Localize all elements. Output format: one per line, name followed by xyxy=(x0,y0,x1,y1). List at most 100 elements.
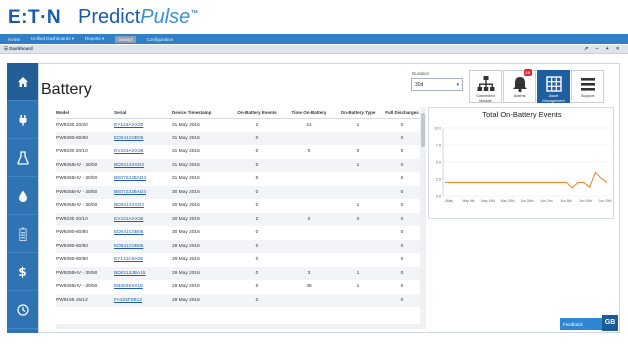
sidebar-item-environment[interactable] xyxy=(7,139,38,177)
nav-item-configuration[interactable]: Configuration xyxy=(147,37,174,42)
table-cell-time xyxy=(286,158,332,172)
table-cell-timestamp: 30 May 2016 xyxy=(172,185,228,199)
y-tick-label: 2.5 xyxy=(436,178,441,182)
table-cell-serial[interactable]: BE0723JBAD4 xyxy=(114,172,172,186)
table-cell-serial[interactable]: EY124AXX30 xyxy=(114,118,172,132)
table-cell-time: 45 xyxy=(306,284,312,290)
feedback-button[interactable]: Feedback xyxy=(560,318,604,330)
window-controls[interactable]: ↗ – + × xyxy=(584,46,622,52)
x-tick-label: Jun 8th xyxy=(560,199,571,203)
table-cell-type xyxy=(332,172,384,186)
table-cell-model: PW9390-80/80 xyxy=(56,131,114,145)
table-row[interactable]: PW9390-80/80 ED041C0B05 31 May 2016 0 0 xyxy=(56,131,420,145)
table-row[interactable]: PW9355HV - 30/50 BD0214XXD3 31 May 2016 0 1 0 xyxy=(56,158,420,172)
table-cell-type xyxy=(332,131,384,145)
table-row[interactable]: PW9330 20/10 EV431AXX36 31 May 2016 0 0 0 0 xyxy=(56,145,420,159)
table-cell-serial[interactable]: FA425F0B12 xyxy=(114,293,172,307)
duration-select[interactable]: 30d ▾ xyxy=(411,78,463,91)
eaton-logo: E:T·N xyxy=(8,7,62,28)
table-cell-discharges: 0 xyxy=(384,185,420,199)
table-cell-serial[interactable]: EY121C6A06 xyxy=(114,253,172,267)
table-row[interactable]: PW9355HV - 30/50 BE0723JBAD4 30 May 2016 0 0 xyxy=(56,185,420,199)
table-cell-events: 0 xyxy=(228,131,286,145)
sidebar-item-battery[interactable] xyxy=(7,215,38,253)
connected-module-button[interactable]: Connected Module xyxy=(469,70,502,103)
battery-icon xyxy=(18,227,27,241)
table-row[interactable]: PW9390-80/80 EY121C6A06 29 May 2016 0 0 xyxy=(56,253,420,267)
table-cell-serial[interactable]: BD0213JBA15 xyxy=(114,266,172,280)
table-horizontal-scrollbar[interactable] xyxy=(56,324,420,329)
sidebar-item-humidity[interactable] xyxy=(7,177,38,215)
table-row[interactable]: PW9355HV - 30/50 EB3049XX18 29 May 2016 0 45… xyxy=(56,280,420,294)
table-cell-events: 0 xyxy=(228,185,286,199)
table-cell-serial[interactable]: EV431AXX36 xyxy=(114,212,172,226)
table-cell-type xyxy=(332,226,384,240)
sidebar-item-home[interactable] xyxy=(7,63,38,101)
nav-item-user[interactable]: ceasy3 xyxy=(115,35,136,43)
table-row[interactable]: PW9355HV - 30/50 BE0723JBAD4 31 May 2016 0 0 xyxy=(56,172,420,186)
table-cell-time xyxy=(286,253,332,267)
table-row[interactable]: PW9355HV - 30/50 BD0214XXD3 30 May 2016 0 1 0 xyxy=(56,199,420,213)
connected-module-label: Connected Module xyxy=(476,94,495,103)
sidebar-item-cost[interactable]: $ xyxy=(7,253,38,291)
table-cell-serial[interactable]: ED041C0B05 xyxy=(114,226,172,240)
breadcrumb[interactable]: ☰ Dashboard xyxy=(4,46,33,52)
nav-item-reports[interactable]: Reports ▾ xyxy=(85,36,104,42)
table-cell-model: PW9355HV - 30/50 xyxy=(56,203,98,209)
table-cell-serial[interactable]: BD0214XXD3 xyxy=(114,199,172,213)
table-cell-events: 2 xyxy=(255,122,259,128)
table-cell-time: 21 xyxy=(306,122,312,128)
column-header-full-discharges[interactable]: Full Discharges xyxy=(384,107,420,119)
home-icon xyxy=(17,76,28,87)
table-cell-timestamp: 29 May 2016 xyxy=(172,284,200,290)
table-cell-time: 0 xyxy=(286,212,332,226)
table-cell-time xyxy=(286,199,332,213)
nav-item-home[interactable]: Home xyxy=(8,37,20,42)
table-cell-serial[interactable]: BD0214XXD3 xyxy=(114,158,172,172)
column-header-on-battery-type[interactable]: On-Battery Type xyxy=(332,107,384,119)
table-cell-model: PW9355HV - 30/50 xyxy=(56,185,114,199)
table-cell-serial[interactable]: ED041C0B05 xyxy=(114,239,172,253)
asset-management-button[interactable]: Asset Management xyxy=(537,70,570,103)
table-cell-type: 1 xyxy=(332,158,384,172)
table-cell-type: 1 xyxy=(356,203,360,209)
column-header-device-timestamp[interactable]: Device Timestamp xyxy=(172,107,228,119)
table-row[interactable]: PW9355HV - 30/50 BD0213JBA15 29 May 2016 0 3… xyxy=(56,266,420,280)
table-row[interactable]: PW9390-80/80 ED041C0B05 29 May 2016 0 0 xyxy=(56,239,420,253)
alarms-button[interactable]: 10 Alarms xyxy=(503,69,536,103)
column-header-on-battery-events[interactable]: On-Battery Events xyxy=(228,107,286,119)
series-line[interactable] xyxy=(445,171,608,189)
sidebar-item-history[interactable] xyxy=(7,291,38,329)
table-cell-type xyxy=(332,293,384,307)
sidebar-item-power[interactable] xyxy=(7,101,38,139)
table-cell-model: PW9355HV - 30/50 xyxy=(56,158,114,172)
column-header-model[interactable]: Model xyxy=(56,107,114,119)
table-row[interactable]: PW9155 15/12 FA425F0B12 28 May 2016 0 0 xyxy=(56,293,420,307)
table-cell-timestamp: 31 May 2016 xyxy=(172,176,200,182)
table-row[interactable]: PW9330 20/20 EY124AXX30 31 May 2016 2 21 1 0 xyxy=(56,118,420,132)
table-cell-serial[interactable]: BE0723JBAD4 xyxy=(114,185,172,199)
footer-logo: GB xyxy=(602,315,618,331)
table-row[interactable]: PW9330 20/10 EV431AXX36 30 May 2016 2 0 0 0 xyxy=(56,212,420,226)
nav-item-unified-dashboards[interactable]: Unified Dashboards ▾ xyxy=(31,36,74,42)
table-cell-timestamp: 30 May 2016 xyxy=(172,230,200,236)
x-tick-label: Jun 20th xyxy=(598,199,611,203)
table-cell-events: 0 xyxy=(228,158,286,172)
dollar-icon: $ xyxy=(18,264,27,279)
table-cell-timestamp: 31 May 2016 xyxy=(172,122,200,128)
column-header-time-on-battery[interactable]: Time On-Battery xyxy=(286,107,332,119)
table-cell-serial[interactable]: ED041C0B05 xyxy=(114,131,172,145)
table-vertical-scrollbar[interactable] xyxy=(420,107,426,329)
support-button[interactable]: Support xyxy=(571,70,604,103)
sidebar: $ xyxy=(7,63,38,333)
scrollbar-thumb[interactable] xyxy=(421,113,425,147)
column-header-serial[interactable]: Serial xyxy=(114,107,172,119)
table-cell-time xyxy=(286,185,332,199)
table-cell-serial[interactable]: EV431AXX36 xyxy=(114,145,172,159)
grid-icon xyxy=(546,76,562,92)
table-row[interactable]: PW9390-80/80 ED041C0B05 30 May 2016 0 0 xyxy=(56,226,420,240)
line-chart: 0.0 2.5 5.0 7.5 10.0 2May May 8th May 14th May 2… xyxy=(434,127,612,204)
table-cell-model: PW9390-80/80 xyxy=(56,230,88,236)
table-cell-model: PW9330 20/20 xyxy=(56,122,88,128)
table-cell-serial[interactable]: EB3049XX18 xyxy=(114,280,172,294)
